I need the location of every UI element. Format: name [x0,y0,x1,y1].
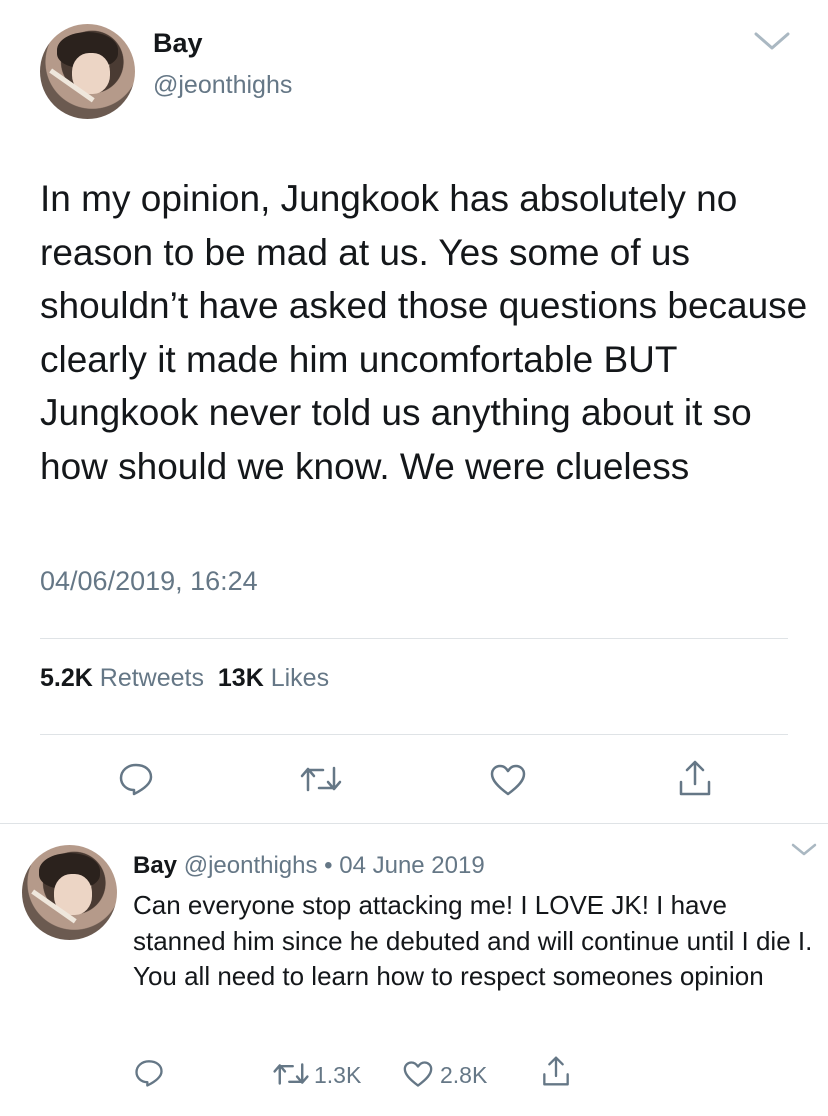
reply-header: Bay @jeonthighs • 04 June 2019 [133,852,485,880]
retweet-icon[interactable] [299,764,343,794]
reply-reply-icon[interactable] [134,1058,164,1088]
reply-like-icon[interactable] [402,1060,434,1088]
divider [40,734,788,735]
tweet-text: In my opinion, Jungkook has absolutely n… [40,178,808,487]
author-name[interactable]: Bay [153,28,203,59]
retweets-count[interactable]: 5.2K [40,664,93,692]
tweet-timestamp: 04/06/2019, 16:24 [40,566,258,596]
avatar[interactable] [40,24,135,119]
reply-retweet-icon[interactable] [272,1061,310,1087]
reply-avatar[interactable] [22,845,117,940]
chevron-down-icon[interactable] [752,30,792,52]
author-handle[interactable]: @jeonthighs [153,71,292,100]
reply-text: Can everyone stop attacking me! I LOVE J… [133,890,813,991]
reply-author-name[interactable]: Bay [133,852,177,879]
reply-likes-count[interactable]: 2.8K [440,1062,487,1089]
reply-share-icon[interactable] [541,1054,571,1088]
like-icon[interactable] [489,763,527,797]
share-icon[interactable] [677,758,713,798]
retweets-label[interactable]: Retweets [100,664,204,692]
likes-count[interactable]: 13K [218,664,264,692]
divider [40,638,788,639]
likes-label[interactable]: Likes [271,664,329,692]
reply-retweets-count[interactable]: 1.3K [314,1062,361,1089]
reply-date[interactable]: 04 June 2019 [339,852,484,879]
divider [0,823,828,824]
reply-icon[interactable] [118,762,154,796]
reply-separator: • [324,852,333,879]
tweet-stats: 5.2K Retweets 13K Likes [40,664,329,693]
reply-chevron-down-icon[interactable] [790,842,818,858]
reply-author-handle[interactable]: @jeonthighs [184,852,318,879]
